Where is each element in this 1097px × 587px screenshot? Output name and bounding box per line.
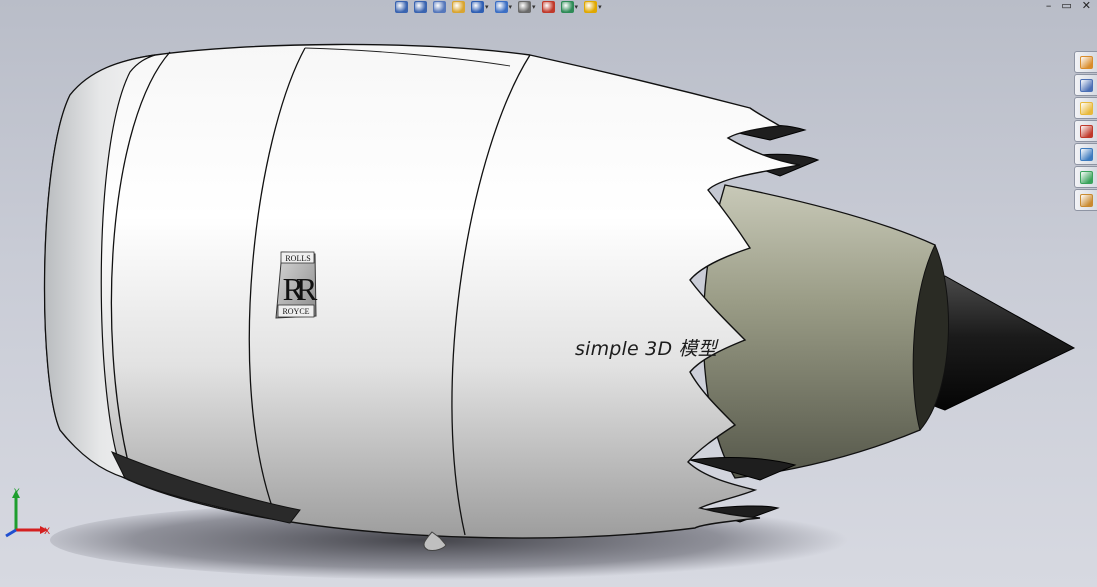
view-orientation-icon bbox=[471, 1, 484, 13]
file-explorer-icon bbox=[1079, 101, 1093, 115]
view-settings-button[interactable]: ▾ bbox=[584, 0, 602, 14]
z-axis-arrow bbox=[5, 528, 17, 538]
rolls-royce-logo: ROLLS RR ROYCE bbox=[275, 251, 326, 319]
section-view-button[interactable] bbox=[452, 0, 465, 14]
zoom-to-area-button[interactable] bbox=[414, 0, 427, 14]
chevron-down-icon: ▾ bbox=[485, 2, 489, 11]
hide-show-items-icon bbox=[518, 1, 532, 13]
apply-scene-icon bbox=[560, 1, 574, 13]
display-style-button[interactable]: ▾ bbox=[494, 0, 513, 14]
chevron-down-icon: ▾ bbox=[574, 2, 579, 11]
previous-view-button[interactable] bbox=[433, 0, 446, 14]
restore-button[interactable]: ▭ bbox=[1061, 0, 1071, 12]
display-style-icon bbox=[494, 1, 508, 13]
task-pane-tab-solidworks-resources[interactable] bbox=[1074, 51, 1097, 73]
zoom-to-area-icon bbox=[414, 1, 427, 13]
nacelle-body bbox=[43, 43, 801, 539]
view-palette-icon bbox=[1079, 124, 1093, 138]
minimize-button[interactable]: – bbox=[1046, 0, 1052, 12]
svg-text:ROYCE: ROYCE bbox=[282, 307, 309, 316]
view-orientation-button[interactable]: ▾ bbox=[471, 0, 489, 14]
task-pane-tab-appearances-scenes[interactable] bbox=[1074, 143, 1097, 165]
design-library-icon bbox=[1079, 78, 1093, 92]
section-view-icon bbox=[452, 1, 465, 13]
task-pane-tab-custom-properties[interactable] bbox=[1074, 166, 1097, 188]
task-pane-tabs bbox=[1074, 51, 1097, 211]
edit-appearance-icon bbox=[541, 1, 555, 13]
previous-view-icon bbox=[433, 1, 446, 13]
apply-scene-button[interactable]: ▾ bbox=[560, 0, 579, 14]
task-pane-tab-view-palette[interactable] bbox=[1074, 120, 1097, 142]
edit-appearance-button[interactable] bbox=[541, 0, 555, 14]
chevron-down-icon: ▾ bbox=[598, 2, 602, 11]
reference-triad: Y X bbox=[4, 488, 54, 540]
graphics-area[interactable]: ROLLS RR ROYCE simple 3D 模型 bbox=[0, 0, 1097, 587]
model-annotation-text: simple 3D 模型 bbox=[575, 338, 717, 360]
chevron-down-icon: ▾ bbox=[508, 2, 513, 11]
task-pane-tab-design-library[interactable] bbox=[1074, 74, 1097, 96]
appearances-scenes-icon bbox=[1079, 147, 1093, 161]
solidworks-resources-icon bbox=[1079, 55, 1093, 69]
hide-show-items-button[interactable]: ▾ bbox=[518, 0, 536, 14]
zoom-to-fit-icon bbox=[395, 1, 408, 13]
task-pane-tab-document-recovery[interactable] bbox=[1074, 189, 1097, 211]
y-axis-label: Y bbox=[14, 488, 20, 498]
svg-text:ROLLS: ROLLS bbox=[285, 254, 310, 263]
document-recovery-icon bbox=[1079, 193, 1093, 207]
view-settings-icon bbox=[584, 1, 598, 13]
custom-properties-icon bbox=[1079, 170, 1093, 184]
close-button[interactable]: ✕ bbox=[1082, 0, 1091, 12]
zoom-to-fit-button[interactable] bbox=[395, 0, 408, 14]
chevron-down-icon: ▾ bbox=[532, 2, 536, 11]
x-axis-label: X bbox=[44, 527, 51, 537]
engine-nacelle-model[interactable]: ROLLS RR ROYCE bbox=[0, 0, 1097, 587]
core-nozzle bbox=[702, 184, 945, 479]
heads-up-view-toolbar: ▾ ▾ ▾ ▾ ▾ bbox=[395, 0, 602, 14]
task-pane-tab-file-explorer[interactable] bbox=[1074, 97, 1097, 119]
window-controls: – ▭ ✕ bbox=[1046, 0, 1091, 12]
